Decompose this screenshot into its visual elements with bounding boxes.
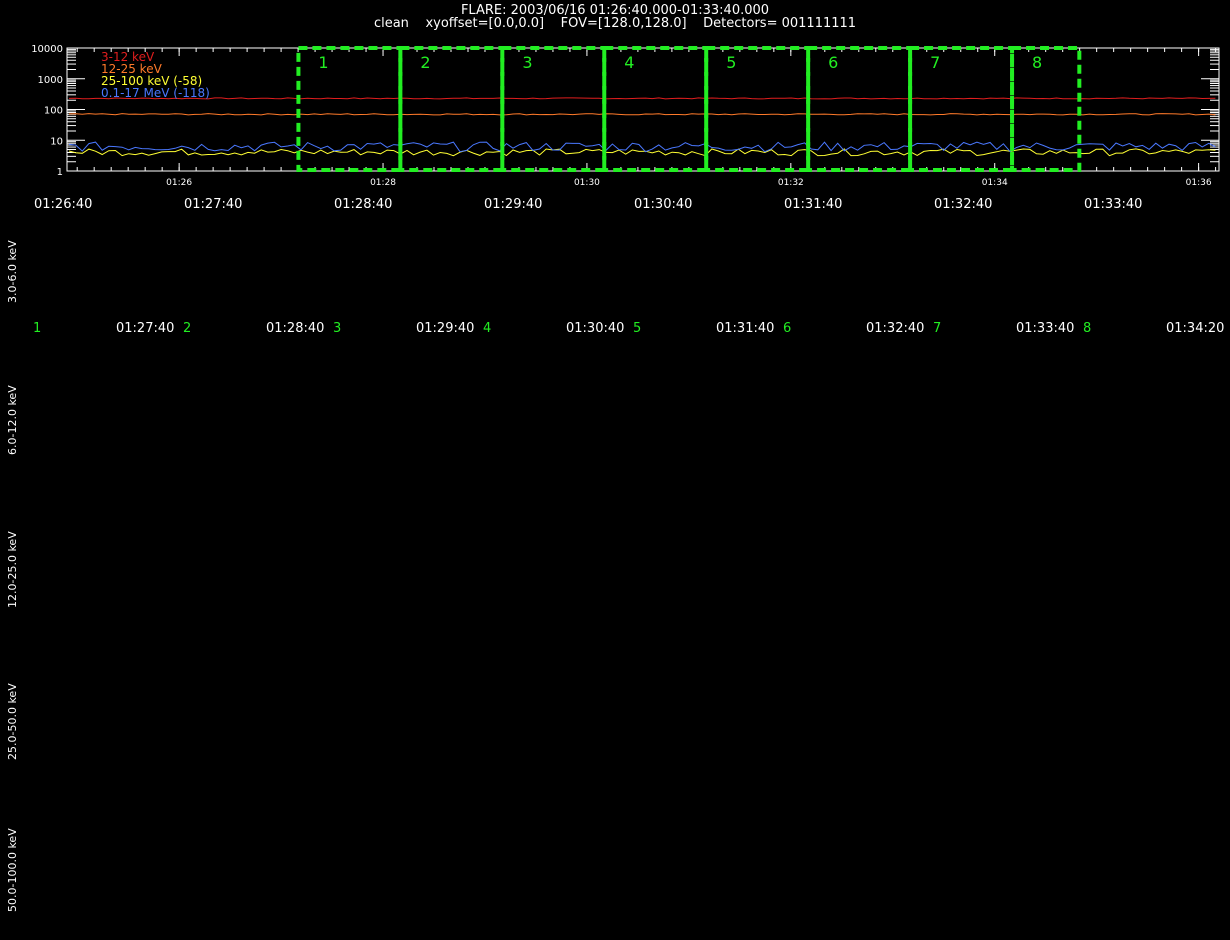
interval-number-6: 6 <box>828 53 838 72</box>
time-label: 01:26:40 <box>34 197 93 212</box>
interval-index: 1 <box>33 321 42 336</box>
x-tick-label: 01:32 <box>778 178 804 188</box>
time-label: 01:32:40 <box>934 197 993 212</box>
interval-number-4: 4 <box>624 53 634 72</box>
energy-band-label: 12.0-25.0 keV <box>6 531 19 608</box>
time-label: 01:30:40 <box>634 197 693 212</box>
time-label: 01:27:40 <box>184 197 243 212</box>
interval-box-6 <box>806 46 913 172</box>
x-tick-label: 01:28 <box>370 178 396 188</box>
legend-entry-4: 0.1-17 MeV (-118) <box>101 86 210 100</box>
interval-index: 8 <box>1083 321 1092 336</box>
interval-number-3: 3 <box>522 53 532 72</box>
interval-end-time: 01:33:40 <box>1016 321 1075 336</box>
series-line-3 <box>68 148 1216 157</box>
series-line-4 <box>68 141 1216 153</box>
interval-number-8: 8 <box>1032 53 1042 72</box>
interval-end-time: 01:31:40 <box>716 321 775 336</box>
interval-end-time: 01:29:40 <box>416 321 475 336</box>
interval-index: 2 <box>183 321 192 336</box>
time-label: 01:31:40 <box>784 197 843 212</box>
y-tick-label: 1000 <box>38 75 63 86</box>
lightcurve-chart: 1 10 100 1000 10000 01:26 01:28 01:30 01:32 01:34… <box>31 44 1220 188</box>
interval-number-7: 7 <box>930 53 940 72</box>
y-tick-label: 10000 <box>31 44 63 55</box>
interval-index: 4 <box>483 321 492 336</box>
x-tick-label: 01:34 <box>982 178 1008 188</box>
energy-band-label: 3.0-6.0 keV <box>6 240 19 303</box>
interval-index: 5 <box>633 321 642 336</box>
interval-box-8 <box>1010 46 1082 172</box>
y-tick-label: 1 <box>57 167 63 178</box>
series-line-1 <box>68 97 1216 100</box>
interval-end-time: 01:28:40 <box>266 321 325 336</box>
x-tick-label: 01:36 <box>1186 178 1212 188</box>
x-tick-label: 01:26 <box>166 178 192 188</box>
y-tick-label: 10 <box>50 136 63 147</box>
energy-band-label: 6.0-12.0 keV <box>6 385 19 455</box>
interval-index: 3 <box>333 321 342 336</box>
time-label: 01:29:40 <box>484 197 543 212</box>
interval-index: 6 <box>783 321 792 336</box>
series-line-2 <box>68 113 1216 116</box>
interval-end-time: 01:30:40 <box>566 321 625 336</box>
energy-band-label: 50.0-100.0 keV <box>6 828 19 912</box>
interval-number-2: 2 <box>420 53 430 72</box>
time-label: 01:33:40 <box>1084 197 1143 212</box>
interval-end-time: 01:27:40 <box>116 321 175 336</box>
energy-band-label: 25.0-50.0 keV <box>6 683 19 760</box>
interval-index: 7 <box>933 321 942 336</box>
interval-number-1: 1 <box>318 53 328 72</box>
interval-end-time: 01:34:20 <box>1166 321 1225 336</box>
y-tick-label: 100 <box>44 106 63 117</box>
interval-number-5: 5 <box>726 53 736 72</box>
interval-end-time: 01:32:40 <box>866 321 925 336</box>
x-tick-label: 01:30 <box>574 178 600 188</box>
time-label: 01:28:40 <box>334 197 393 212</box>
